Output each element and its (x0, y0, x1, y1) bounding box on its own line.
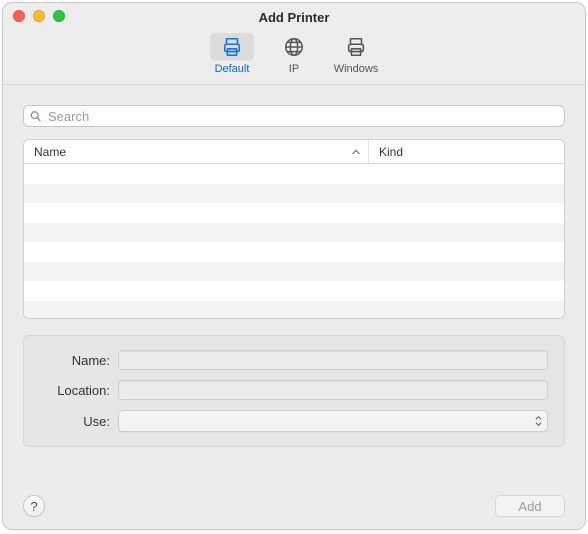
list-row-empty (24, 262, 564, 282)
location-label: Location: (40, 383, 118, 398)
footer: ? Add (23, 495, 565, 517)
column-header-name[interactable]: Name (24, 140, 369, 163)
list-row-empty (24, 223, 564, 243)
search-input[interactable] (23, 105, 565, 127)
zoom-window-button[interactable] (53, 10, 65, 22)
tab-default[interactable]: Default (202, 33, 262, 75)
column-header-kind-label: Kind (379, 145, 403, 159)
search-icon (29, 110, 42, 123)
stepper-icon (535, 416, 542, 427)
name-field[interactable] (118, 350, 548, 370)
help-icon: ? (30, 499, 37, 514)
printer-alt-icon (345, 36, 367, 58)
list-body[interactable] (24, 164, 564, 318)
tab-windows[interactable]: Windows (326, 33, 386, 75)
printer-icon (221, 36, 243, 58)
window-title: Add Printer (3, 10, 585, 25)
column-header-name-label: Name (34, 145, 66, 159)
add-printer-window: Add Printer Default (2, 2, 586, 530)
printer-detail-form: Name: Location: Use: (23, 335, 565, 447)
list-row-empty (24, 281, 564, 301)
list-row-empty (24, 301, 564, 319)
list-row-empty (24, 164, 564, 184)
minimize-window-button[interactable] (33, 10, 45, 22)
printer-list: Name Kind (23, 139, 565, 319)
window-controls (13, 10, 65, 22)
list-header: Name Kind (24, 140, 564, 164)
add-button-label: Add (518, 499, 541, 514)
use-label: Use: (40, 414, 118, 429)
list-row-empty (24, 203, 564, 223)
help-button[interactable]: ? (23, 495, 45, 517)
list-row-empty (24, 242, 564, 262)
tab-ip[interactable]: IP (264, 33, 324, 75)
toolbar-tab-group: Default IP (202, 33, 386, 75)
chevron-up-icon (352, 148, 360, 156)
toolbar: Default IP (3, 31, 585, 85)
titlebar: Add Printer (3, 3, 585, 31)
content-area: Name Kind (3, 85, 585, 459)
tab-ip-label: IP (289, 63, 299, 75)
location-field[interactable] (118, 380, 548, 400)
use-select[interactable] (118, 410, 548, 432)
search-field-wrap (23, 105, 565, 127)
close-window-button[interactable] (13, 10, 25, 22)
tab-default-label: Default (215, 63, 250, 75)
list-row-empty (24, 184, 564, 204)
add-button[interactable]: Add (495, 495, 565, 517)
column-header-kind[interactable]: Kind (369, 140, 564, 163)
name-label: Name: (40, 353, 118, 368)
globe-icon (283, 36, 305, 58)
tab-windows-label: Windows (334, 63, 379, 75)
